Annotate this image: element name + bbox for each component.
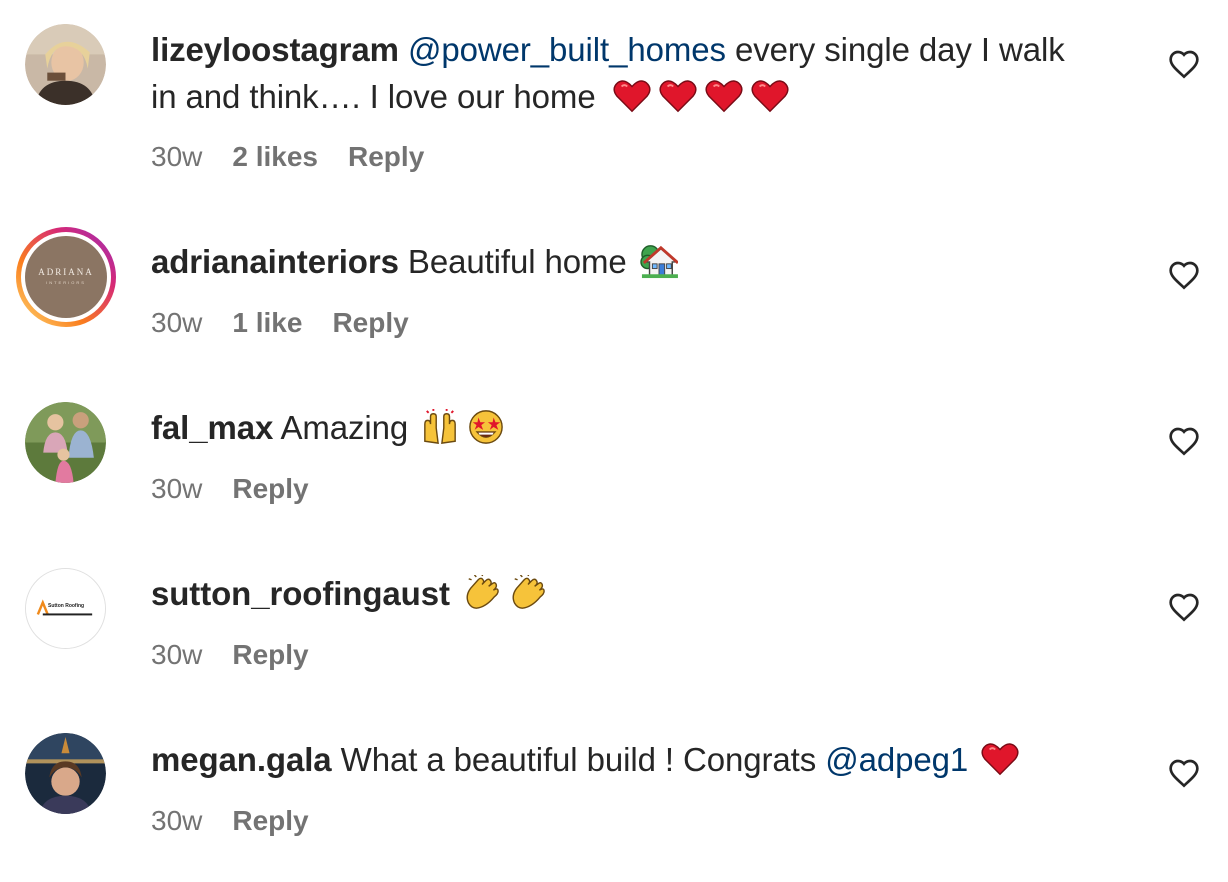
clapping-hands-emoji (512, 575, 545, 609)
comment-body: adrianainteriors Beautiful home (151, 238, 1141, 285)
comment-body: megan.gala What a beautiful build ! Cong… (151, 736, 1141, 783)
comment-timestamp[interactable]: 30w (151, 141, 202, 173)
reply-button[interactable]: Reply (232, 639, 308, 671)
comment-mention[interactable]: @adpeg1 (825, 741, 968, 778)
comment-likes-count[interactable]: 2 likes (232, 141, 318, 173)
heart-outline-icon[interactable] (1168, 592, 1200, 622)
avatar[interactable] (25, 402, 106, 483)
reply-button[interactable]: Reply (232, 805, 308, 837)
comment-item: megan.gala What a beautiful build ! Cong… (0, 688, 1228, 882)
comment-item: lizeyloostagram @power_built_homes every… (0, 0, 1228, 190)
comment-item: Sutton Roofing sutton_roofingaust 30w Re… (0, 522, 1228, 688)
avatar-logo-text: Sutton Roofing (48, 603, 85, 609)
comment-text: every single day I walk (734, 31, 1065, 68)
comment-mention[interactable]: @power_built_homes (408, 31, 726, 68)
avatar-logo-subtext: INTERIORS (46, 280, 86, 285)
comment-text: Beautiful home (407, 243, 627, 280)
heart-emoji (981, 743, 1019, 776)
reply-button[interactable]: Reply (332, 307, 408, 339)
comment-meta: 30w Reply (151, 805, 309, 837)
heart-emoji (705, 80, 743, 113)
comment-timestamp[interactable]: 30w (151, 473, 202, 505)
comment-meta: 30w Reply (151, 473, 309, 505)
avatar-story-ring[interactable]: ADRIANA INTERIORS (16, 227, 116, 327)
comment-item: fal_max Amazing 30w Reply (0, 356, 1228, 522)
comment-body: lizeyloostagram @power_built_homes every… (151, 26, 1141, 120)
avatar[interactable] (25, 24, 106, 105)
comment-timestamp[interactable]: 30w (151, 805, 202, 837)
comment-timestamp[interactable]: 30w (151, 307, 202, 339)
comment-username[interactable]: lizeyloostagram (151, 31, 399, 68)
comment-body: fal_max Amazing (151, 404, 1141, 451)
avatar-logo-text: ADRIANA (38, 267, 94, 277)
comment-text: in and think…. I love our home (151, 78, 596, 115)
user-photo-avatar (25, 24, 106, 105)
reply-button[interactable]: Reply (232, 473, 308, 505)
house-with-garden-emoji (640, 245, 678, 279)
heart-outline-icon[interactable] (1168, 426, 1200, 456)
comment-likes-count[interactable]: 1 like (232, 307, 302, 339)
comment-body: sutton_roofingaust (151, 570, 1141, 617)
comment-username[interactable]: adrianainteriors (151, 243, 399, 280)
user-photo-avatar (25, 402, 106, 483)
star-struck-emoji (469, 410, 504, 444)
comment-username[interactable]: megan.gala (151, 741, 332, 778)
heart-outline-icon[interactable] (1168, 260, 1200, 290)
avatar[interactable] (25, 733, 106, 814)
comment-item: ADRIANA INTERIORS adrianainteriors Beaut… (0, 190, 1228, 356)
comment-username[interactable]: sutton_roofingaust (151, 575, 450, 612)
reply-button[interactable]: Reply (348, 141, 424, 173)
avatar: ADRIANA INTERIORS (25, 236, 107, 318)
comment-timestamp[interactable]: 30w (151, 639, 202, 671)
comment-text: What a beautiful build ! Congrats (340, 741, 817, 778)
heart-emoji (751, 80, 789, 113)
comment-meta: 30w Reply (151, 639, 309, 671)
clapping-hands-emoji (466, 575, 499, 609)
heart-outline-icon[interactable] (1168, 758, 1200, 788)
comment-text: Amazing (280, 409, 409, 446)
comment-meta: 30w 1 like Reply (151, 307, 409, 339)
heart-emoji (613, 80, 651, 113)
avatar[interactable]: Sutton Roofing (25, 568, 106, 649)
comment-username[interactable]: fal_max (151, 409, 273, 446)
raising-hands-emoji (424, 409, 457, 444)
comment-meta: 30w 2 likes Reply (151, 141, 424, 173)
heart-emoji (659, 80, 697, 113)
heart-outline-icon[interactable] (1168, 49, 1200, 79)
user-photo-avatar (25, 733, 106, 814)
